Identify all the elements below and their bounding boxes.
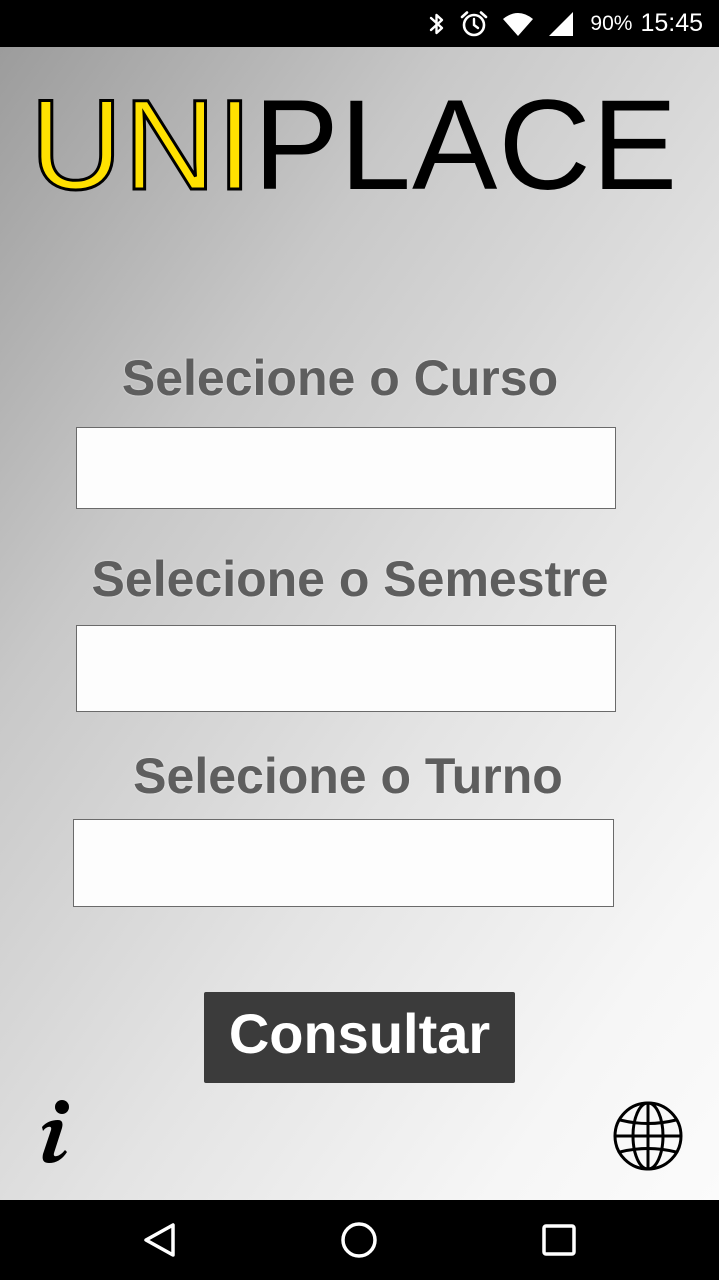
status-icons: 90% 15:45 [428,0,703,47]
consultar-button[interactable]: Consultar [204,992,515,1083]
semestre-select[interactable] [76,625,616,712]
curso-label: Selecione o Curso [121,350,559,406]
home-icon[interactable] [337,1218,381,1262]
recent-apps-icon[interactable] [537,1218,581,1262]
status-bar: 90% 15:45 [0,0,719,47]
semestre-label: Selecione o Semestre [91,551,609,607]
clock: 15:45 [640,9,703,37]
info-icon[interactable] [34,1097,78,1167]
globe-icon[interactable] [611,1099,685,1173]
app-logo: UNIPLACE [28,80,700,211]
logo-part-uni: UNI [28,74,254,217]
logo-part-place: PLACE [253,74,679,217]
signal-icon [548,11,574,37]
curso-select[interactable] [76,427,616,509]
alarm-icon [460,10,488,38]
wifi-icon [502,11,534,37]
bluetooth-icon [428,11,446,37]
back-icon[interactable] [138,1218,182,1262]
battery-percentage: 90% [590,11,633,35]
turno-label: Selecione o Turno [133,748,563,804]
turno-select[interactable] [73,819,614,907]
navigation-bar [0,1200,719,1280]
main-content: UNIPLACE Selecione o Curso Selecione o S… [0,47,719,1200]
